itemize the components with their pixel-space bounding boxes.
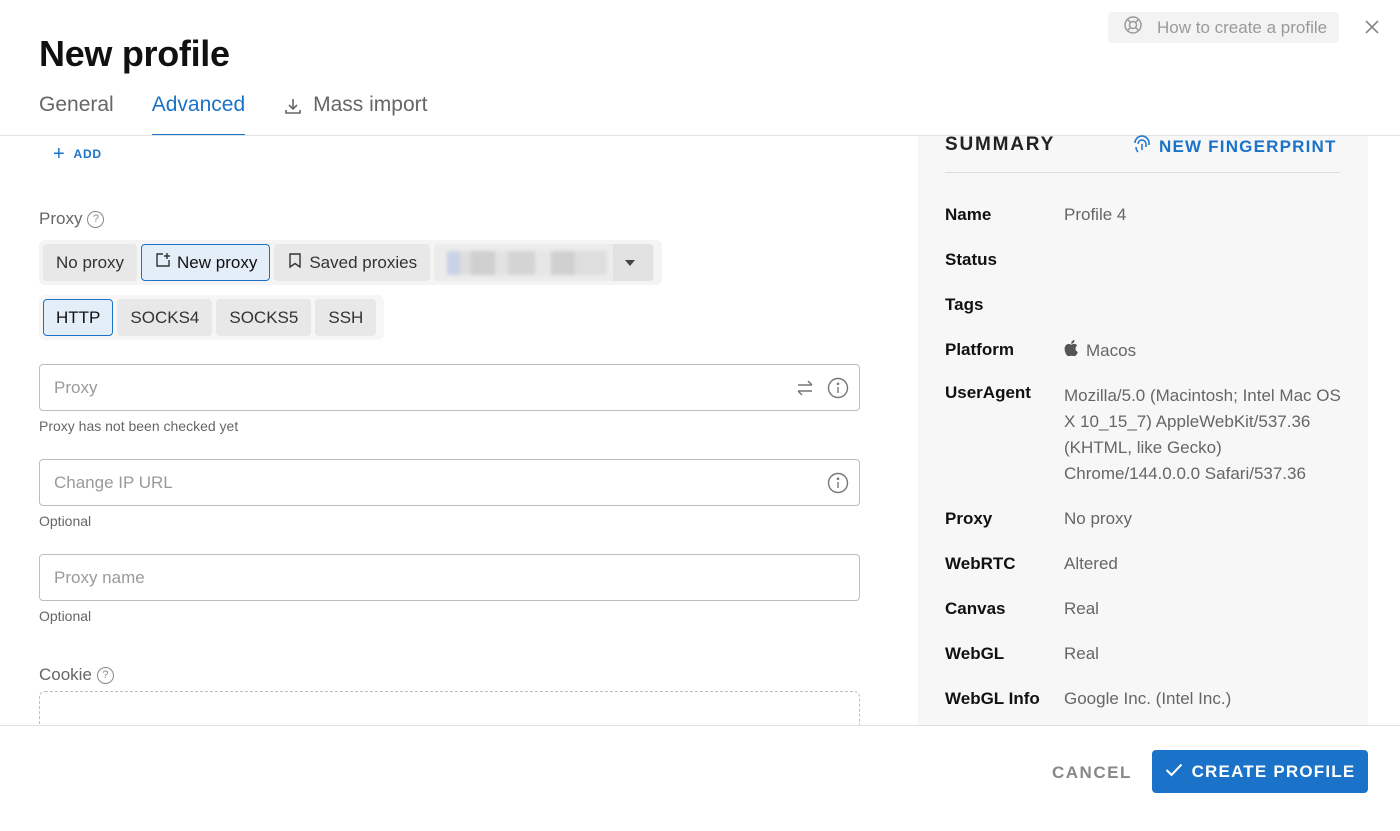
summary-row-proxy: Proxy No proxy	[945, 509, 1133, 528]
tab-general[interactable]: General	[39, 88, 114, 136]
summary-divider	[945, 172, 1340, 173]
redacted-proxy-value	[447, 250, 608, 275]
summary-row-webrtc: WebRTC Altered	[945, 554, 1118, 573]
tab-mass-import[interactable]: Mass import	[283, 88, 427, 136]
plus-icon: +	[53, 143, 66, 165]
protocol-socks5[interactable]: SOCKS5	[216, 299, 312, 336]
how-to-create-profile-button[interactable]: How to create a profile	[1108, 12, 1339, 43]
download-icon	[283, 93, 313, 122]
proxy-name-helper-text: Optional	[39, 608, 92, 624]
apple-icon	[1064, 340, 1078, 361]
saved-proxy-select[interactable]	[434, 244, 655, 281]
help-circle-icon[interactable]: ?	[87, 210, 105, 228]
proxy-helper-text: Proxy has not been checked yet	[39, 418, 239, 434]
summary-row-platform: Platform Macos	[945, 340, 1137, 361]
protocol-socks4[interactable]: SOCKS4	[117, 299, 213, 336]
bookmark-icon	[287, 252, 309, 274]
proxy-input[interactable]: Proxy	[39, 364, 860, 411]
create-profile-button[interactable]: CREATE PROFILE	[1152, 750, 1368, 793]
new-proxy-icon	[154, 252, 177, 274]
swap-icon[interactable]	[795, 379, 815, 397]
summary-row-webgl: WebGL Real	[945, 644, 1099, 663]
protocol-http[interactable]: HTTP	[43, 299, 114, 336]
summary-row-canvas: Canvas Real	[945, 599, 1099, 618]
proxy-section-label: Proxy ?	[39, 209, 105, 229]
dialog-footer: CANCEL CREATE PROFILE	[0, 726, 1400, 831]
add-button[interactable]: + ADD	[53, 143, 102, 165]
close-icon[interactable]	[1362, 17, 1382, 37]
saved-proxies-option[interactable]: Saved proxies	[274, 244, 431, 281]
caret-down-icon[interactable]	[613, 244, 654, 281]
info-icon[interactable]	[827, 377, 849, 399]
summary-row-status: Status	[945, 250, 997, 269]
change-ip-url-input[interactable]: Change IP URL	[39, 459, 860, 506]
protocol-ssh[interactable]: SSH	[315, 299, 377, 336]
proxy-name-input[interactable]: Proxy name	[39, 554, 860, 601]
new-fingerprint-button[interactable]: NEW FINGERPRINT	[1132, 134, 1337, 159]
checkmark-icon	[1165, 762, 1192, 782]
lifebuoy-icon	[1123, 15, 1157, 40]
cookie-section-label: Cookie ?	[39, 665, 114, 685]
proxy-mode-selector: No proxy New proxy Saved proxies	[39, 240, 663, 285]
help-circle-icon[interactable]: ?	[96, 666, 114, 684]
summary-row-webgl-info: WebGL Info Google Inc. (Intel Inc.)	[945, 689, 1232, 708]
tab-advanced[interactable]: Advanced	[151, 88, 246, 136]
protocol-selector: HTTP SOCKS4 SOCKS5 SSH	[39, 295, 385, 340]
summary-row-tags: Tags	[945, 295, 984, 314]
summary-row-useragent: UserAgent Mozilla/5.0 (Macintosh; Intel …	[945, 383, 1341, 483]
summary-title: SUMMARY	[945, 134, 1056, 155]
summary-row-name: Name Profile 4	[945, 205, 1127, 224]
summary-panel: SUMMARY NEW FINGERPRINT Name Profile 4 S…	[918, 134, 1368, 731]
page-title: New profile	[39, 33, 230, 74]
no-proxy-option[interactable]: No proxy	[43, 244, 138, 281]
change-ip-helper-text: Optional	[39, 513, 92, 529]
info-icon[interactable]	[827, 472, 849, 494]
new-proxy-option[interactable]: New proxy	[141, 244, 271, 281]
cancel-button[interactable]: CANCEL	[1052, 763, 1132, 783]
fingerprint-icon	[1132, 134, 1159, 159]
how-to-create-profile-label: How to create a profile	[1157, 17, 1328, 37]
tab-bar: General Advanced Mass import	[39, 88, 465, 136]
